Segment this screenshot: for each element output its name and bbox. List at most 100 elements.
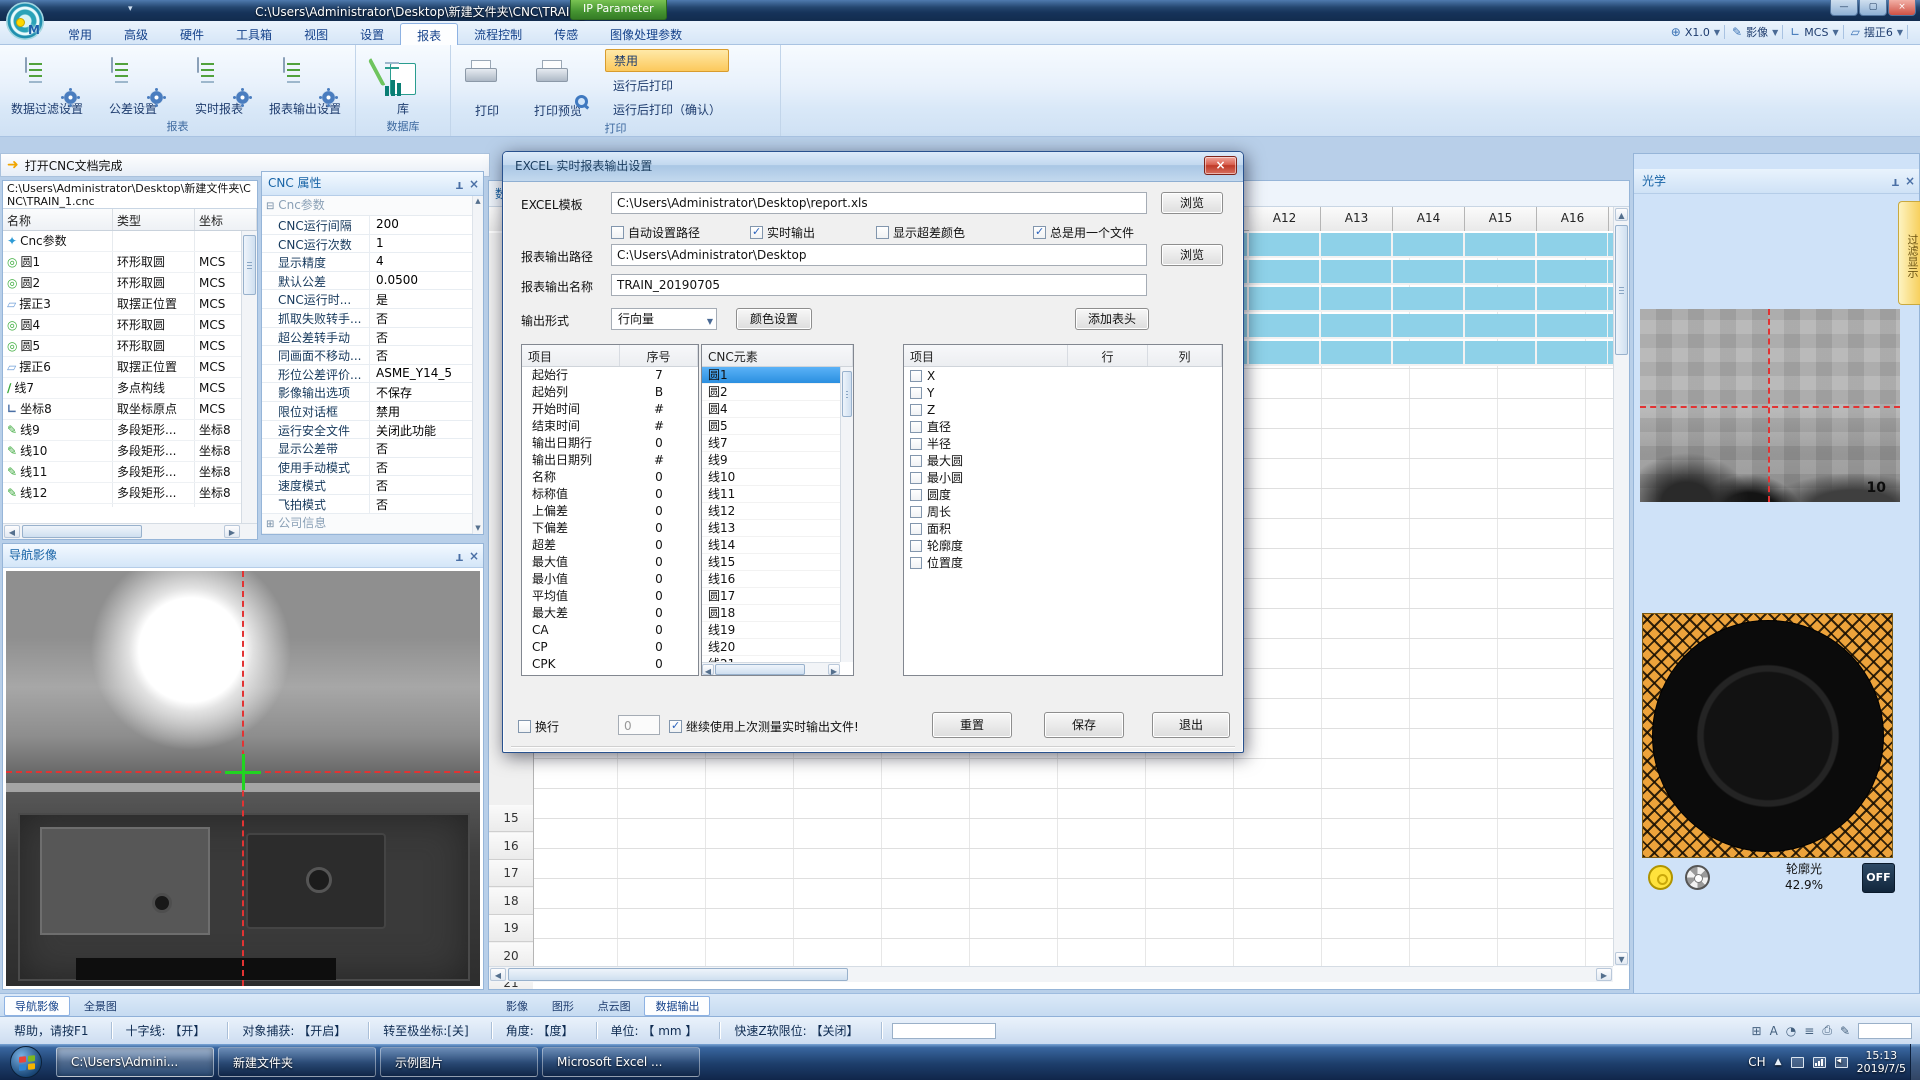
property-row[interactable]: 默认公差 0.0500 (262, 272, 483, 291)
report-item-row[interactable]: 标称值 0 (522, 486, 698, 503)
checkbox-icon[interactable] (910, 540, 922, 552)
property-value[interactable]: 200 (370, 216, 483, 234)
properties-scrollbar[interactable]: ▲▼ (472, 196, 483, 534)
close-icon[interactable]: × (1905, 169, 1915, 193)
column-header-type[interactable]: 类型 (113, 209, 195, 230)
property-value[interactable]: 禁用 (370, 402, 483, 420)
checkbox-icon[interactable] (910, 472, 922, 484)
report-item-row[interactable]: CP 0 (522, 639, 698, 656)
grid-column-header[interactable]: A14 (1393, 207, 1465, 231)
cnc-element-row[interactable]: 圆1 (702, 367, 840, 384)
cnc-element-row[interactable]: 线7 (702, 435, 840, 452)
cnc-element-row[interactable]: 线11 (702, 486, 840, 503)
property-row[interactable]: 显示精度 4 (262, 253, 483, 272)
ribbon-button[interactable]: 报表输出设置 (262, 47, 348, 120)
grid-horizontal-scrollbar[interactable]: ◀ ▶ (489, 966, 1613, 982)
cnc-element-row[interactable]: 线10 (702, 469, 840, 486)
ribbon-tab[interactable]: 传感 (538, 23, 594, 45)
property-group-footer[interactable]: ⊞ 公司信息 (262, 514, 483, 534)
cnc-element-row[interactable]: 线14 (702, 537, 840, 554)
checkbox-icon[interactable] (876, 226, 889, 239)
show-desktop-button[interactable] (1910, 1044, 1920, 1080)
report-item-row[interactable]: 起始列 B (522, 384, 698, 401)
center-view-tab[interactable]: 图形 (542, 997, 584, 1017)
tree-row[interactable]: 圆2 环形取圆 MCS (3, 273, 257, 294)
report-item-row[interactable]: 上偏差 0 (522, 503, 698, 520)
property-value[interactable]: 否 (370, 439, 483, 457)
output-form-select[interactable]: 行向量 (611, 308, 717, 330)
report-item-row[interactable]: 平均值 0 (522, 588, 698, 605)
checkbox-icon[interactable] (910, 387, 922, 399)
cnc-element-row[interactable]: 线15 (702, 554, 840, 571)
angle-tool-icon[interactable]: ◔ (1786, 1024, 1796, 1038)
report-item-row[interactable]: 超差 0 (522, 537, 698, 554)
pin-icon[interactable]: T (1892, 169, 1899, 193)
output-item-row[interactable]: 周长 (904, 503, 1222, 520)
clock[interactable]: 15:13 2019/7/5 (1857, 1049, 1906, 1075)
report-item-row[interactable]: 最大值 0 (522, 554, 698, 571)
task-button[interactable]: 新建文件夹 (218, 1047, 376, 1077)
print-button[interactable]: 打印 (455, 47, 519, 122)
ip-parameter-tab[interactable]: IP Parameter (570, 0, 667, 20)
tree-row[interactable]: 坐标8 取坐标原点 MCS (3, 399, 257, 420)
output-name-input[interactable]: TRAIN_20190705 (611, 274, 1147, 296)
lens-view-image[interactable] (1642, 613, 1893, 858)
lamp-segments-icon[interactable] (1685, 865, 1710, 890)
output-item-row[interactable]: 轮廓度 (904, 537, 1222, 554)
close-button[interactable]: × (1888, 0, 1916, 16)
view-control[interactable]: ⊕ X1.0 ▼ (1671, 25, 1725, 39)
grid-column-header[interactable]: A15 (1465, 207, 1537, 231)
report-item-row[interactable]: 输出日期行 0 (522, 435, 698, 452)
tree-row[interactable]: 线11 多段矩形... 坐标8 (3, 462, 257, 483)
ribbon-tab[interactable]: 硬件 (164, 23, 220, 45)
report-item-row[interactable]: 开始时间 # (522, 401, 698, 418)
speaker-icon[interactable] (1835, 1057, 1848, 1068)
realtime-output-checkbox[interactable]: 实时输出 (750, 224, 815, 241)
report-item-row[interactable]: 起始行 7 (522, 367, 698, 384)
output-item-row[interactable]: X (904, 367, 1222, 384)
navigation-image[interactable] (6, 571, 480, 986)
output-item-row[interactable]: 直径 (904, 418, 1222, 435)
chevron-down-icon[interactable]: ▼ (1897, 28, 1903, 37)
checkbox-icon[interactable] (910, 404, 922, 416)
property-value[interactable]: 否 (370, 346, 483, 364)
add-table-header-button[interactable]: 添加表头 (1075, 308, 1149, 330)
grid-column-header[interactable]: A16 (1537, 207, 1609, 231)
browse-template-button[interactable]: 浏览 (1161, 192, 1223, 214)
save-button[interactable]: 保存 (1044, 712, 1124, 738)
chevron-down-icon[interactable]: ▼ (1714, 28, 1720, 37)
lamp-color-icon[interactable] (1648, 865, 1673, 890)
edit-icon[interactable]: ✎ (1840, 1024, 1850, 1038)
property-row[interactable]: 抓取失败转手... 否 (262, 309, 483, 328)
grid-row-number[interactable]: 19 (489, 915, 533, 942)
property-group-header[interactable]: ⊟ Cnc参数 (262, 196, 483, 216)
center-view-tab[interactable]: 影像 (496, 997, 538, 1017)
reset-button[interactable]: 重置 (932, 712, 1012, 738)
left-view-tab[interactable]: 导航影像 (4, 996, 70, 1016)
property-value[interactable]: 否 (370, 458, 483, 476)
property-row[interactable]: 运行安全文件 关闭此功能 (262, 421, 483, 440)
print-option[interactable]: 运行后打印（确认） (605, 99, 729, 120)
cnc-element-row[interactable]: 圆2 (702, 384, 840, 401)
tree-row[interactable]: Cnc参数 (3, 231, 257, 252)
output-item-row[interactable]: 最小圆 (904, 469, 1222, 486)
output-item-row[interactable]: Y (904, 384, 1222, 401)
layers-icon[interactable]: ≡ (1804, 1024, 1814, 1038)
exit-button[interactable]: 退出 (1152, 712, 1230, 738)
tree-row[interactable]: 线9 多段矩形... 坐标8 (3, 420, 257, 441)
task-button[interactable]: 示例图片 (380, 1047, 538, 1077)
cnc-element-row[interactable]: 线9 (702, 452, 840, 469)
grid-row-number[interactable]: 18 (489, 888, 533, 915)
output-item-row[interactable]: 圆度 (904, 486, 1222, 503)
property-row[interactable]: 使用手动模式 否 (262, 458, 483, 477)
filter-display-side-tab[interactable]: 过滤显示 (1898, 201, 1920, 305)
excel-template-input[interactable]: C:\Users\Administrator\Desktop\report.xl… (611, 192, 1147, 214)
property-row[interactable]: CNC运行间隔 200 (262, 216, 483, 235)
cnc-list-horizontal-scrollbar[interactable]: ◀ ▶ (702, 662, 840, 675)
task-button[interactable]: C:\Users\Admini... (56, 1047, 214, 1077)
tree-row[interactable]: 摆正3 取摆正位置 MCS (3, 294, 257, 315)
cnc-element-row[interactable]: 线13 (702, 520, 840, 537)
property-value[interactable]: 关闭此功能 (370, 421, 483, 439)
checkbox-icon[interactable] (910, 523, 922, 535)
tree-row[interactable]: 摆正6 取摆正位置 MCS (3, 357, 257, 378)
